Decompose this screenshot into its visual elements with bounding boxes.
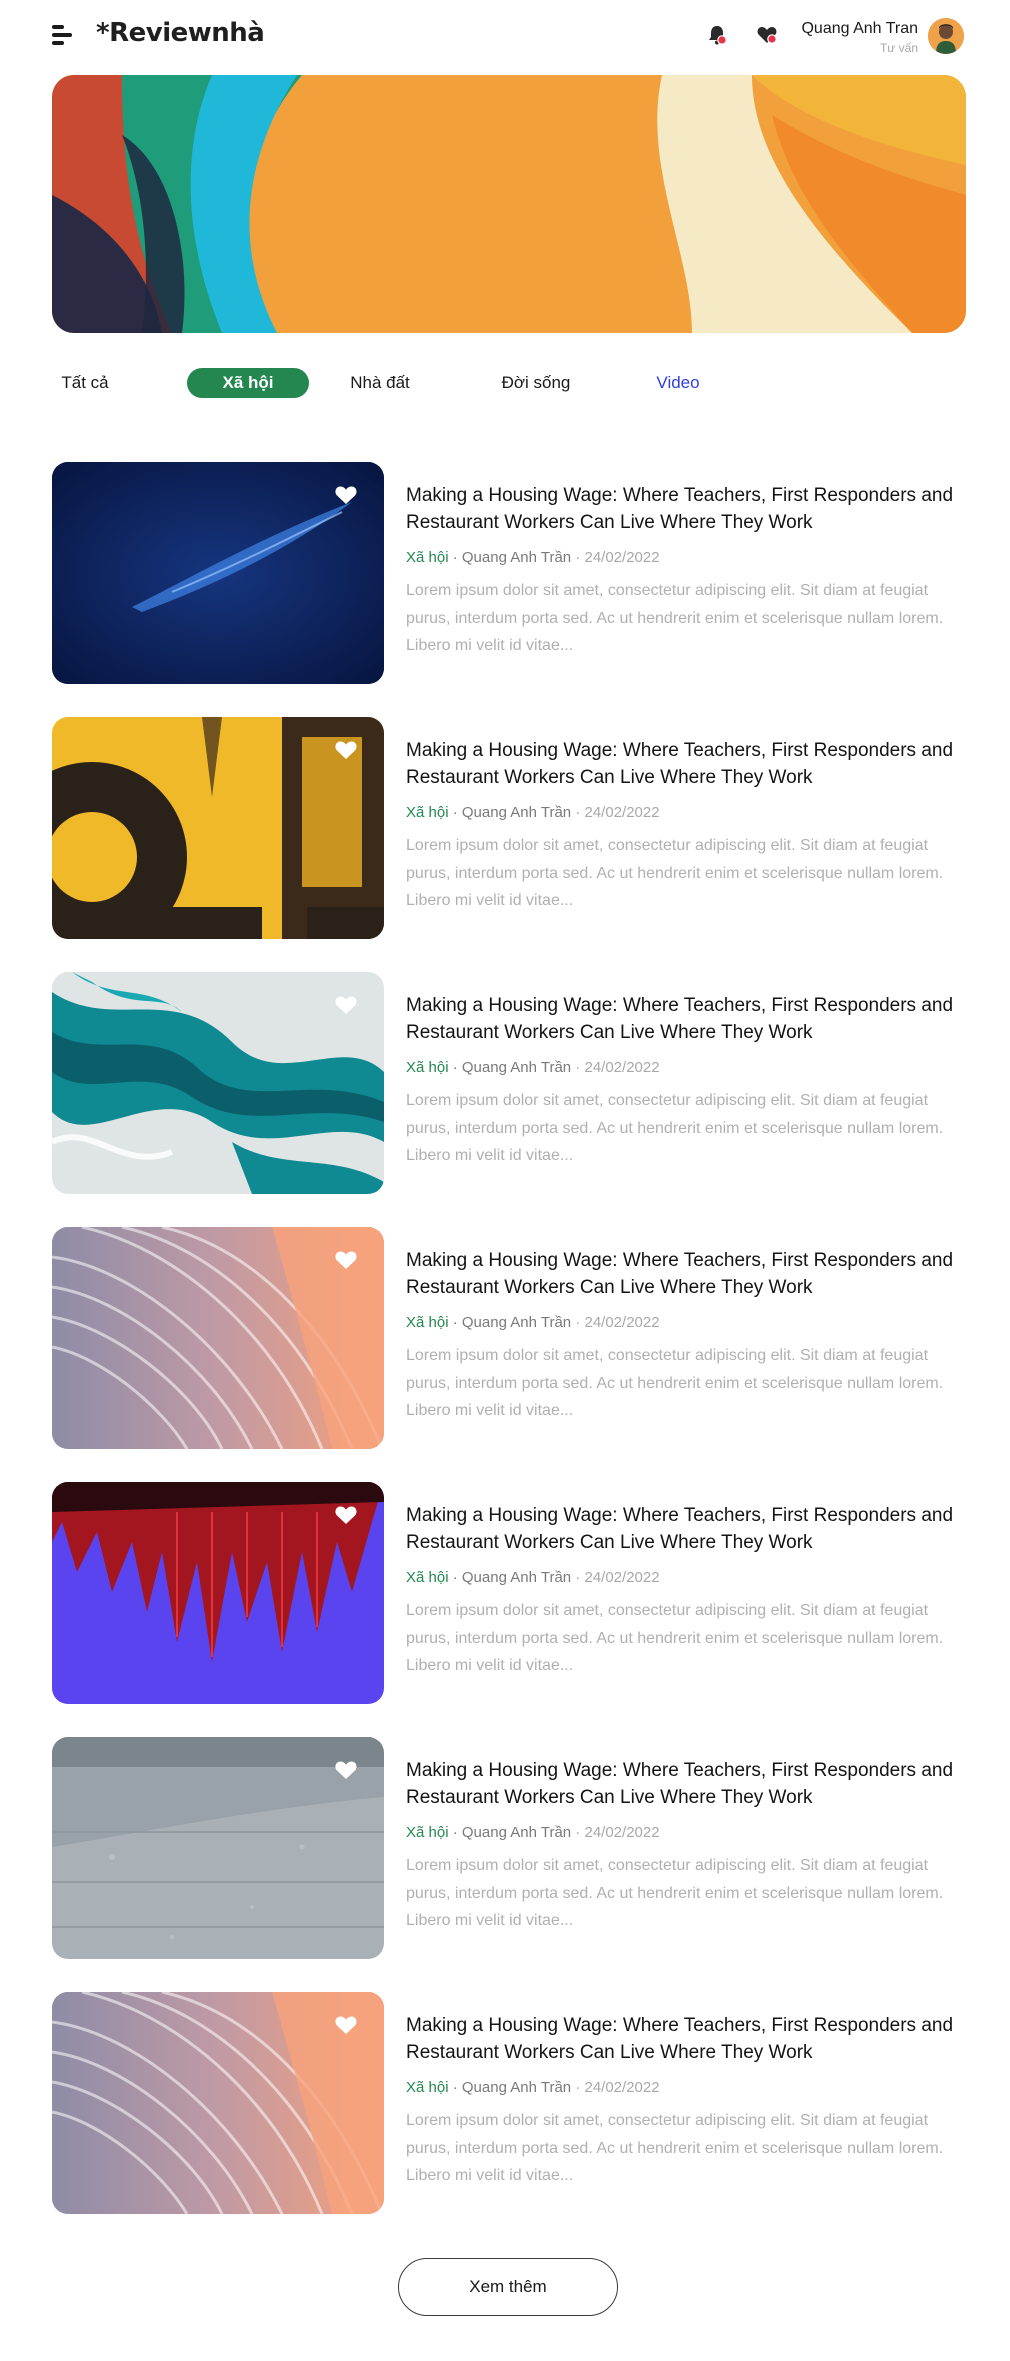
article-author: Quang Anh Trần <box>461 1059 572 1076</box>
article-thumbnail[interactable] <box>52 1227 384 1449</box>
user-role: Tư vấn <box>879 41 918 55</box>
top-header: *Reviewnhà Quang Anh Tran Tư vấn <box>0 0 1010 72</box>
article-excerpt: Lorem ipsum dolor sit amet, consectetur … <box>406 1857 944 1929</box>
menu-icon[interactable] <box>52 24 74 46</box>
article-excerpt: Lorem ipsum dolor sit amet, consectetur … <box>406 1347 944 1419</box>
article-excerpt: Lorem ipsum dolor sit amet, consectetur … <box>406 837 944 909</box>
favorite-heart-icon[interactable] <box>334 484 358 506</box>
favorite-heart-icon[interactable] <box>334 1249 358 1271</box>
article-excerpt: Lorem ipsum dolor sit amet, consectetur … <box>406 2112 944 2184</box>
article-thumbnail[interactable] <box>52 972 384 1194</box>
meta-separator: · <box>571 549 585 566</box>
hero-banner-image <box>52 75 966 333</box>
article-title[interactable]: Making a Housing Wage: Where Teachers, F… <box>406 1247 966 1301</box>
meta-separator: · <box>448 2079 462 2096</box>
meta-separator: · <box>448 1824 462 1841</box>
load-more-button[interactable]: Xem thêm <box>398 2258 618 2316</box>
favorite-heart-icon[interactable] <box>334 994 358 1016</box>
category-tabs: Tất cả Xã hội Nhà đất Đời sống Video <box>52 368 966 400</box>
article-date: 24/02/2022 <box>584 2079 660 2096</box>
article-title[interactable]: Making a Housing Wage: Where Teachers, F… <box>406 2012 966 2066</box>
article-card[interactable]: Making a Housing Wage: Where Teachers, F… <box>52 1737 966 1959</box>
article-category[interactable]: Xã hội <box>406 1314 449 1331</box>
favorite-heart-icon[interactable] <box>334 2014 358 2036</box>
article-author: Quang Anh Trần <box>461 1314 572 1331</box>
meta-separator: · <box>571 2079 585 2096</box>
meta-separator: · <box>448 804 462 821</box>
article-author: Quang Anh Trần <box>461 804 572 821</box>
article-thumbnail[interactable] <box>52 1992 384 2214</box>
article-meta: Xã hội · Quang Anh Trần · 24/02/2022 <box>406 1058 660 1078</box>
article-date: 24/02/2022 <box>584 1569 660 1586</box>
article-date: 24/02/2022 <box>584 1314 660 1331</box>
article-meta: Xã hội · Quang Anh Trần · 24/02/2022 <box>406 803 660 823</box>
meta-separator: · <box>571 804 585 821</box>
article-thumbnail[interactable] <box>52 462 384 684</box>
favorite-heart-icon[interactable] <box>334 739 358 761</box>
article-excerpt: Lorem ipsum dolor sit amet, consectetur … <box>406 1092 944 1164</box>
article-title[interactable]: Making a Housing Wage: Where Teachers, F… <box>406 992 966 1046</box>
article-card[interactable]: Making a Housing Wage: Where Teachers, F… <box>52 462 966 684</box>
meta-separator: · <box>448 1569 462 1586</box>
article-card[interactable]: Making a Housing Wage: Where Teachers, F… <box>52 1482 966 1704</box>
tab-video[interactable]: Video <box>648 368 708 398</box>
article-category[interactable]: Xã hội <box>406 1569 449 1586</box>
avatar[interactable] <box>928 18 964 54</box>
meta-separator: · <box>448 549 462 566</box>
article-date: 24/02/2022 <box>584 1824 660 1841</box>
favorite-heart-icon[interactable] <box>334 1504 358 1526</box>
article-title[interactable]: Making a Housing Wage: Where Teachers, F… <box>406 737 966 791</box>
article-thumbnail[interactable] <box>52 1737 384 1959</box>
article-author: Quang Anh Trần <box>461 2079 572 2096</box>
meta-separator: · <box>571 1569 585 1586</box>
article-category[interactable]: Xã hội <box>406 2079 449 2096</box>
article-date: 24/02/2022 <box>584 804 660 821</box>
article-meta: Xã hội · Quang Anh Trần · 24/02/2022 <box>406 548 660 568</box>
article-date: 24/02/2022 <box>584 1059 660 1076</box>
article-date: 24/02/2022 <box>584 549 660 566</box>
site-logo[interactable]: *Reviewnhà <box>96 18 265 48</box>
meta-separator: · <box>571 1314 585 1331</box>
heart-icon[interactable] <box>756 24 778 46</box>
article-card[interactable]: Making a Housing Wage: Where Teachers, F… <box>52 972 966 1194</box>
article-category[interactable]: Xã hội <box>406 549 449 566</box>
article-excerpt: Lorem ipsum dolor sit amet, consectetur … <box>406 1602 944 1674</box>
article-author: Quang Anh Trần <box>461 1569 572 1586</box>
meta-separator: · <box>448 1314 462 1331</box>
meta-separator: · <box>571 1059 585 1076</box>
article-meta: Xã hội · Quang Anh Trần · 24/02/2022 <box>406 1568 660 1588</box>
article-category[interactable]: Xã hội <box>406 1059 449 1076</box>
tab-xa-hoi[interactable]: Xã hội <box>187 368 309 398</box>
tab-tat-ca[interactable]: Tất cả <box>52 368 118 398</box>
article-card[interactable]: Making a Housing Wage: Where Teachers, F… <box>52 717 966 939</box>
article-title[interactable]: Making a Housing Wage: Where Teachers, F… <box>406 1757 966 1811</box>
article-title[interactable]: Making a Housing Wage: Where Teachers, F… <box>406 482 966 536</box>
article-category[interactable]: Xã hội <box>406 804 449 821</box>
article-thumbnail[interactable] <box>52 717 384 939</box>
article-author: Quang Anh Trần <box>461 1824 572 1841</box>
article-meta: Xã hội · Quang Anh Trần · 24/02/2022 <box>406 2078 660 2098</box>
tab-doi-song[interactable]: Đời sống <box>488 368 584 398</box>
article-thumbnail[interactable] <box>52 1482 384 1704</box>
article-meta: Xã hội · Quang Anh Trần · 24/02/2022 <box>406 1313 660 1333</box>
meta-separator: · <box>448 1059 462 1076</box>
article-card[interactable]: Making a Housing Wage: Where Teachers, F… <box>52 1992 966 2214</box>
tab-nha-dat[interactable]: Nhà đất <box>340 368 420 398</box>
user-name: Quang Anh Tran <box>801 20 918 37</box>
article-card[interactable]: Making a Housing Wage: Where Teachers, F… <box>52 1227 966 1449</box>
article-meta: Xã hội · Quang Anh Trần · 24/02/2022 <box>406 1823 660 1843</box>
favorite-heart-icon[interactable] <box>334 1759 358 1781</box>
article-excerpt: Lorem ipsum dolor sit amet, consectetur … <box>406 582 944 654</box>
bell-icon[interactable] <box>706 24 728 46</box>
article-author: Quang Anh Trần <box>461 549 572 566</box>
meta-separator: · <box>571 1824 585 1841</box>
article-category[interactable]: Xã hội <box>406 1824 449 1841</box>
article-title[interactable]: Making a Housing Wage: Where Teachers, F… <box>406 1502 966 1556</box>
